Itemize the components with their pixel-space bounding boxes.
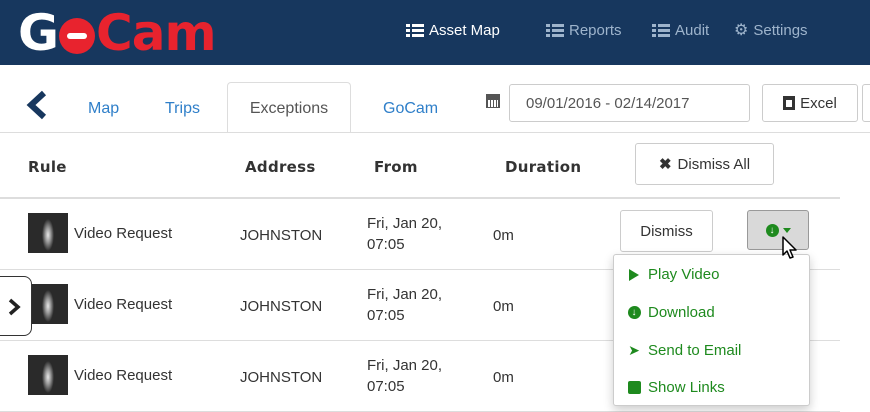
row-rule: Video Request (74, 225, 173, 242)
nav-reports[interactable]: Reports (546, 22, 622, 39)
calendar-icon (486, 94, 500, 108)
video-thumbnail[interactable] (28, 284, 68, 324)
tab-map[interactable]: Map (88, 100, 119, 118)
nav-asset-map[interactable]: Asset Map (406, 22, 500, 39)
row-duration: 0m (493, 369, 514, 386)
excel-export-button[interactable]: Excel (762, 84, 858, 122)
row-from: Fri, Jan 20, 07:05 (367, 357, 443, 395)
gear-icon: ⚙ (734, 21, 749, 39)
video-thumbnail[interactable] (28, 355, 68, 395)
list-icon (406, 23, 424, 38)
header-rule: Rule (28, 158, 67, 176)
overflow-toolbar-button[interactable] (862, 84, 870, 122)
chevron-right-icon (8, 298, 21, 316)
caret-down-icon (782, 227, 791, 233)
header-from: From (374, 158, 418, 176)
play-icon (629, 268, 639, 281)
row-rule: Video Request (74, 367, 173, 384)
header-address: Address (245, 158, 316, 176)
excel-file-icon (783, 96, 796, 110)
nav-audit[interactable]: Audit (652, 22, 709, 39)
list-icon (652, 23, 670, 38)
list-icon (546, 23, 564, 38)
links-icon (627, 381, 641, 394)
top-navbar: G Cam Asset Map Reports Audit ⚙ Settings (0, 0, 870, 65)
nav-settings[interactable]: ⚙ Settings (734, 22, 808, 39)
row-address: JOHNSTON (240, 298, 323, 315)
dismiss-button[interactable]: Dismiss (620, 210, 713, 252)
close-icon: ✖ (658, 156, 672, 173)
download-menu: Play Video ↓ Download ➤ Send to Email Sh… (613, 254, 810, 406)
row-rule: Video Request (74, 296, 173, 313)
row-from: Fri, Jan 20, 07:05 (367, 286, 443, 324)
date-range-input[interactable]: 09/01/2016 - 02/14/2017 (509, 84, 750, 122)
send-icon: ➤ (628, 342, 640, 358)
download-circle-icon: ↓ (765, 223, 779, 237)
menu-item-download[interactable]: ↓ Download (626, 304, 715, 321)
row-from: Fri, Jan 20, 07:05 (367, 215, 443, 253)
tab-trips[interactable]: Trips (165, 100, 200, 118)
tab-gocam[interactable]: GoCam (383, 100, 438, 118)
tab-divider (0, 132, 870, 133)
row-duration: 0m (493, 298, 514, 315)
row-address: JOHNSTON (240, 369, 323, 386)
gocam-logo[interactable]: G Cam (18, 4, 217, 62)
tab-exceptions[interactable]: Exceptions (227, 82, 351, 133)
menu-item-show-links[interactable]: Show Links (626, 379, 725, 396)
download-circle-icon: ↓ (627, 306, 641, 319)
back-chevron-icon[interactable] (24, 90, 50, 120)
menu-item-play-video[interactable]: Play Video (626, 266, 719, 283)
logo-o-mark (59, 18, 96, 54)
video-thumbnail[interactable] (28, 213, 68, 253)
mouse-cursor-icon (782, 236, 797, 259)
row-duration: 0m (493, 227, 514, 244)
side-panel-toggle[interactable] (0, 276, 32, 336)
menu-item-send-email[interactable]: ➤ Send to Email (626, 342, 741, 359)
row-address: JOHNSTON (240, 227, 323, 244)
header-duration: Duration (505, 158, 582, 176)
dismiss-all-button[interactable]: ✖ Dismiss All (635, 143, 774, 185)
